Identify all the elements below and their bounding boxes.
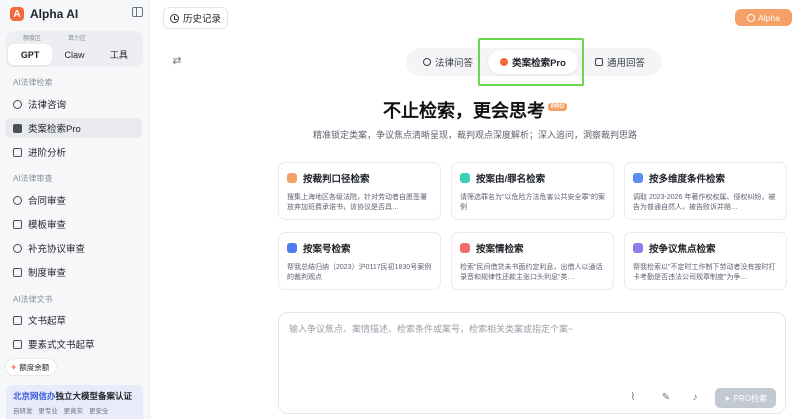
smile-icon [747, 13, 756, 22]
card-case-facts[interactable]: 按案情检索 检索"民间借贷未书面约定利息，出借人以通话录音和规律性还款主张口头利… [451, 232, 614, 290]
document-icon [460, 173, 470, 183]
grid-icon [594, 58, 603, 66]
filter-icon [633, 173, 643, 183]
history-button[interactable]: 历史记录 [163, 7, 228, 29]
edit-icon [13, 315, 22, 325]
zone-tab-claw[interactable]: Claw [52, 44, 96, 65]
sidebar-item-contract-review[interactable]: 合同审查 [5, 190, 142, 210]
shield-icon [287, 173, 297, 183]
query-input-box: ⌇ ✎ ♪ ➤ PRO检索 [278, 312, 786, 414]
hero-title-text: 不止检索，更会思考 [382, 101, 545, 121]
sidebar-item-label: 进阶分析 [28, 148, 67, 159]
cert-tag: 更安全 [88, 408, 109, 415]
query-input[interactable] [289, 322, 777, 362]
policy-icon [13, 267, 22, 277]
hero-subtitle: 精准锁定类案，争议焦点清晰呈现，裁判观点深度解析；深入追问，洞察裁判思路 [312, 130, 637, 140]
sidebar-item-supplement-review[interactable]: 补充协议审查 [5, 238, 142, 258]
sidebar-item-label: 补充协议审查 [28, 244, 86, 255]
brand[interactable]: A Alpha AI [10, 6, 78, 22]
clock-icon [169, 13, 179, 23]
card-case-number[interactable]: 按案号检索 帮我总结归纳（2023）沪0117民初1830号案例的裁判观点 [278, 232, 441, 290]
sidebar-item-label: 文书起草 [28, 316, 67, 327]
sidebar-item-element-drafting[interactable]: 要素式文书起草 [5, 334, 142, 354]
form-icon [13, 339, 22, 349]
zone-label-compute: 算力区 [68, 36, 87, 42]
sidebar-item-label: 模板审查 [28, 220, 67, 231]
sidebar-item-label: 合同审查 [28, 196, 67, 207]
card-judgment-criteria[interactable]: 按裁判口径检索 搜集上海地区各级法院，针对劳动者自愿签署放弃加班费承诺书，该协议… [278, 162, 441, 220]
hash-icon [287, 243, 297, 253]
card-title: 按案情检索 [476, 244, 524, 255]
sidebar: A Alpha AI 额度区 算力区 GPT Claw 工具 AI法律检索 法律… [0, 0, 150, 419]
plus-icon: + [11, 362, 17, 372]
card-desc: 搜集上海地区各级法院，针对劳动者自愿签署放弃加班费承诺书，该协议是否具… [287, 194, 427, 211]
sidebar-item-doc-drafting[interactable]: 文书起草 [5, 310, 142, 330]
card-title: 按多维度条件检索 [649, 174, 726, 185]
sidebar-toggle-icon[interactable] [132, 7, 143, 17]
search-icon [500, 58, 509, 66]
send-icon: ➤ [723, 393, 731, 403]
wand-icon[interactable]: ✎ [660, 391, 672, 403]
card-multi-condition[interactable]: 按多维度条件检索 调取 2023-2026 年著作权权属、侵权纠纷，被告为普通自… [624, 162, 787, 220]
zone-label-quota: 额度区 [23, 36, 42, 42]
account-label: Alpha [758, 12, 780, 23]
card-cause-of-action[interactable]: 按案由/罪名检索 请筛选罪名为"以危险方法危害公共安全罪"的案例 [451, 162, 614, 220]
card-desc: 请筛选罪名为"以危险方法危害公共安全罪"的案例 [460, 194, 605, 211]
tab-label: 类案检索Pro [512, 58, 566, 69]
swap-icon[interactable]: ⇄ [168, 52, 186, 68]
cert-brand: 北京网信办 [13, 391, 56, 401]
group-title-docs: AI法律文书 [13, 295, 53, 304]
balance-label: 额度余额 [19, 362, 50, 372]
card-desc: 检索"民间借贷未书面约定利息，出借人以通话录音和规律性还款主张口头利息"类… [460, 264, 603, 281]
card-desc: 帮我检索以"不定时工作制下劳动者没有按时打卡考勤是否违法公司规章制度"为争… [633, 264, 776, 281]
contract-icon [13, 195, 22, 205]
paperclip-icon[interactable]: ⌇ [627, 391, 639, 403]
microphone-icon[interactable]: ♪ [689, 391, 701, 403]
pro-search-button[interactable]: ➤ PRO检索 [715, 388, 776, 408]
cert-tags: 自研发 更专业 更真实 更安全 [13, 405, 136, 415]
card-dispute-focus[interactable]: 按争议焦点检索 帮我检索以"不定时工作制下劳动者没有按时打卡考勤是否违法公司规章… [624, 232, 787, 290]
pro-badge: PRO [547, 103, 567, 111]
history-label: 历史记录 [182, 14, 221, 25]
zone-switch: 额度区 算力区 GPT Claw 工具 [6, 31, 143, 67]
cert-tag: 更专业 [38, 408, 58, 415]
chat-icon [422, 58, 431, 66]
sidebar-item-advanced-analysis[interactable]: 进阶分析 [5, 142, 142, 162]
sidebar-item-template-review[interactable]: 模板审查 [5, 214, 142, 234]
tab-legal-qa[interactable]: 法律问答 [412, 48, 484, 76]
tab-label: 通用回答 [606, 58, 645, 69]
group-title-review: AI法律审查 [13, 174, 53, 183]
sidebar-item-label: 制度审查 [28, 268, 67, 279]
zone-tab-gpt[interactable]: GPT [8, 44, 53, 65]
card-title: 按案号检索 [303, 244, 351, 255]
hero-title: 不止检索，更会思考 PRO [0, 97, 800, 123]
account-button[interactable]: Alpha [735, 9, 792, 26]
tab-general-answer[interactable]: 通用回答 [584, 48, 656, 76]
card-title: 按争议焦点检索 [649, 244, 716, 255]
target-icon [633, 243, 643, 253]
card-title: 按案由/罪名检索 [476, 174, 546, 185]
card-desc: 调取 2023-2026 年著作权权属、侵权纠纷，被告为普通自然人，被告败诉并赔… [633, 194, 776, 211]
card-title: 按裁判口径检索 [303, 174, 370, 185]
group-title-search: AI法律检索 [13, 78, 53, 87]
document-check-icon [13, 243, 22, 253]
cert-title: 独立大模型备案认证 [55, 391, 133, 401]
cert-tag: 更真实 [63, 408, 84, 415]
submit-label: PRO检索 [733, 393, 768, 403]
sidebar-item-label: 要素式文书起草 [28, 340, 95, 351]
brand-name: Alpha AI [30, 7, 79, 21]
sidebar-item-policy-review[interactable]: 制度审查 [5, 262, 142, 282]
tab-case-search-pro[interactable]: 类案检索Pro [488, 50, 578, 74]
balance-button[interactable]: + 额度余额 [6, 359, 57, 375]
zone-tab-tools[interactable]: 工具 [97, 44, 141, 65]
card-desc: 帮我总结归纳（2023）沪0117民初1830号案例的裁判观点 [287, 264, 432, 281]
tab-label: 法律问答 [434, 58, 473, 69]
mode-tabs: 法律问答 类案检索Pro 通用回答 [406, 48, 662, 76]
template-icon [13, 219, 22, 229]
cert-banner[interactable]: 北京网信办独立大模型备案认证 自研发 更专业 更真实 更安全 [6, 385, 143, 419]
message-icon [460, 243, 470, 253]
grid-icon [13, 147, 22, 157]
cert-tag: 自研发 [13, 408, 33, 415]
alpha-logo-icon: A [10, 7, 24, 21]
